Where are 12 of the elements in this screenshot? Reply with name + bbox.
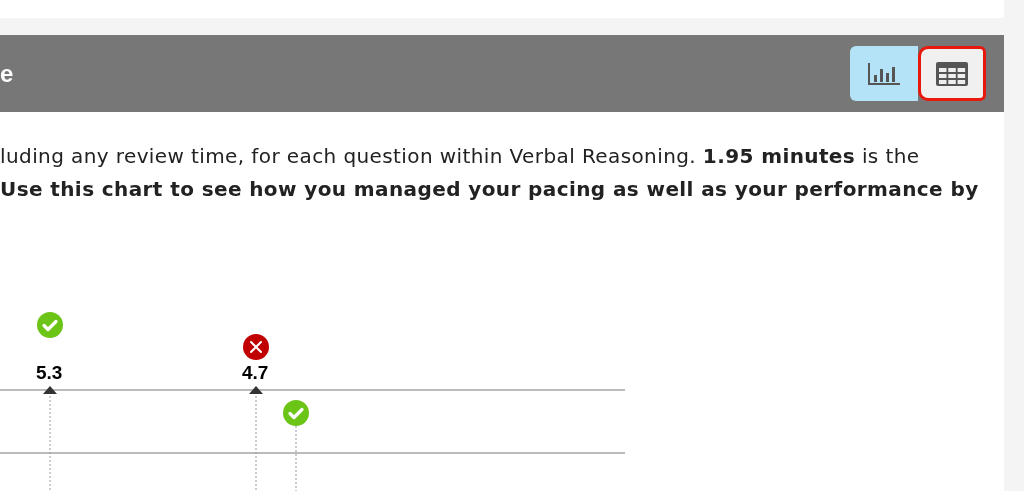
table-icon xyxy=(936,61,968,86)
section-title: e xyxy=(0,58,14,89)
value-label: 4.7 xyxy=(242,363,269,382)
value-label: 5.3 xyxy=(36,363,63,382)
table-view-button[interactable] xyxy=(918,46,986,101)
description-text: Use this chart to see how you managed your pacing as well as your performance by xyxy=(0,177,980,201)
chart-view-button[interactable] xyxy=(850,46,918,101)
description-text: luding any review time, for each question within Verbal Reasoning. 1.95 minutes is the xyxy=(0,144,921,168)
arrow-icon xyxy=(43,386,57,394)
arrow-icon xyxy=(249,386,263,394)
bar-chart-icon xyxy=(867,60,901,87)
leader-line xyxy=(295,426,297,491)
